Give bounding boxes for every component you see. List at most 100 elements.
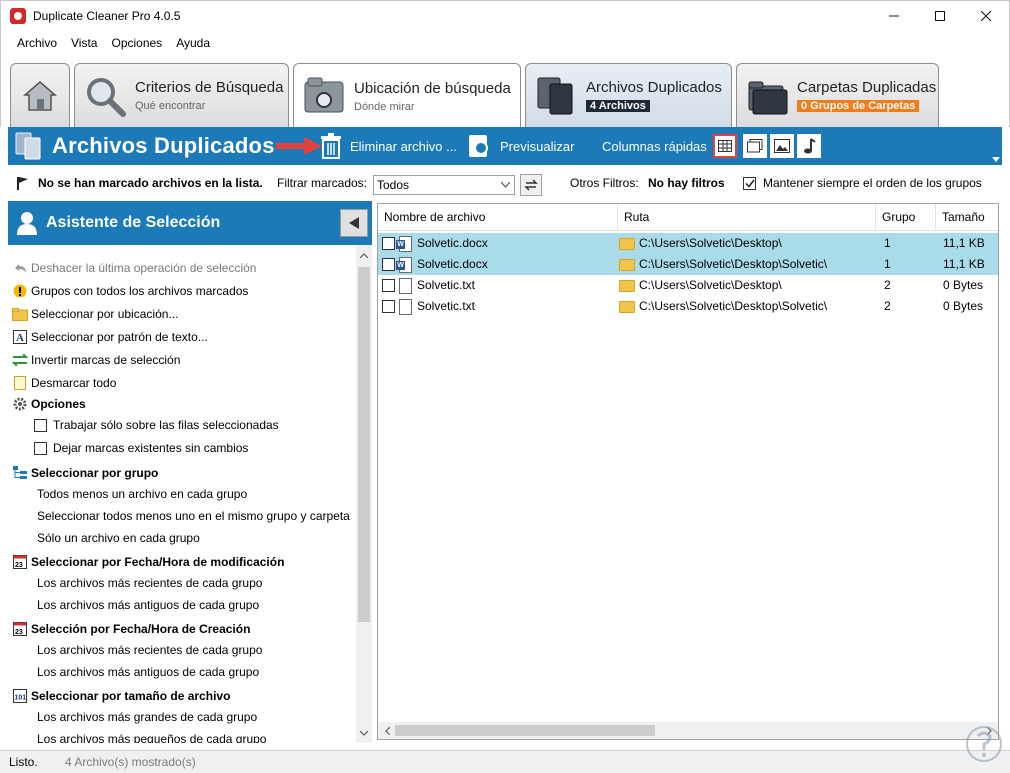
select-by-location-item[interactable]: Seleccionar por ubicación... xyxy=(8,304,178,324)
groups-all-marked-item[interactable]: Grupos con todos los archivos marcados xyxy=(8,281,248,301)
minimize-button[interactable] xyxy=(871,1,917,31)
tab-search-criteria[interactable]: Criterios de Búsqueda Qué encontrar xyxy=(74,63,289,127)
folder-icon xyxy=(12,306,28,322)
delete-file-button[interactable]: Eliminar archivo ... xyxy=(320,127,457,165)
quick-columns-default-button[interactable] xyxy=(713,134,737,158)
create-oldest-label: Los archivos más antiguos de cada grupo xyxy=(37,665,260,679)
create-newest-label: Los archivos más recientes de cada grupo xyxy=(37,643,263,657)
select-by-size-label: Seleccionar por tamaño de archivo xyxy=(31,689,231,703)
row-size: 0 Bytes xyxy=(943,299,984,313)
scroll-left-arrow[interactable] xyxy=(379,723,395,739)
filter-marked-select[interactable]: Todos xyxy=(373,175,515,195)
tab-home[interactable] xyxy=(10,63,70,127)
flag-icon xyxy=(17,177,28,190)
create-newest-item[interactable]: Los archivos más recientes de cada grupo xyxy=(37,640,262,660)
minimize-icon xyxy=(889,15,899,17)
folder-icon xyxy=(619,237,635,250)
keep-existing-marks-option[interactable]: Dejar marcas existentes sin cambios xyxy=(34,438,248,458)
options-label: Opciones xyxy=(31,397,86,411)
select-by-text-label: Seleccionar por patrón de texto... xyxy=(31,330,208,344)
all-but-one-same-folder-item[interactable]: Seleccionar todos menos uno en el mismo … xyxy=(37,506,350,526)
refresh-filter-button[interactable] xyxy=(520,174,542,196)
tab-search-criteria-title: Criterios de Búsqueda xyxy=(135,79,284,96)
home-icon xyxy=(23,80,57,111)
toolbar-overflow-icon[interactable] xyxy=(992,155,1000,163)
table-row[interactable]: Solvetic.docx C:\Users\Solvetic\Desktop\… xyxy=(378,254,998,275)
calendar-icon: 23 xyxy=(12,621,28,637)
row-checkbox[interactable] xyxy=(382,279,395,292)
close-button[interactable] xyxy=(963,1,1009,31)
svg-text:23: 23 xyxy=(15,562,23,569)
text-pattern-icon: A xyxy=(12,329,28,345)
size-icon: 101 xyxy=(12,688,28,704)
only-one-item[interactable]: Sólo un archivo en cada grupo xyxy=(37,528,200,548)
row-path: C:\Users\Solvetic\Desktop\Solvetic\ xyxy=(639,299,828,313)
row-checkbox[interactable] xyxy=(382,237,395,250)
select-by-text-item[interactable]: A Seleccionar por patrón de texto... xyxy=(8,327,208,347)
size-smallest-item[interactable]: Los archivos más pequeños de cada grupo xyxy=(37,729,266,743)
invert-marks-item[interactable]: Invertir marcas de selección xyxy=(8,350,180,370)
chevron-down-icon xyxy=(501,182,510,188)
folder-icon xyxy=(619,258,635,271)
tab-duplicate-folders-title: Carpetas Duplicadas xyxy=(797,79,937,96)
menu-opciones[interactable]: Opciones xyxy=(104,36,169,50)
size-largest-label: Los archivos más grandes de cada grupo xyxy=(37,710,258,724)
undo-selection-item[interactable]: Deshacer la última operación de selecció… xyxy=(8,258,256,278)
create-oldest-item[interactable]: Los archivos más antiguos de cada grupo xyxy=(37,662,259,682)
keep-existing-marks-checkbox[interactable] xyxy=(34,441,47,455)
duplicate-files-header-icon xyxy=(15,132,41,160)
tab-search-location[interactable]: Ubicación de búsqueda Dónde mirar xyxy=(293,63,521,128)
column-header-filename[interactable]: Nombre de archivo xyxy=(378,204,618,231)
column-header-size[interactable]: Tamaño xyxy=(936,204,998,231)
menu-archivo[interactable]: Archivo xyxy=(10,36,64,50)
only-selected-rows-checkbox[interactable] xyxy=(34,418,47,432)
word-document-icon xyxy=(396,256,412,273)
column-header-path[interactable]: Ruta xyxy=(618,204,876,231)
row-size: 11,1 KB xyxy=(943,257,985,271)
quick-columns-audio-button[interactable] xyxy=(797,134,821,158)
preview-button[interactable]: Previsualizar xyxy=(468,127,574,165)
invert-icon xyxy=(12,352,28,368)
quick-columns-window-button[interactable] xyxy=(743,134,767,158)
selection-assistant-panel: Asistente de Selección Deshacer la últim… xyxy=(8,201,372,743)
maximize-button[interactable] xyxy=(917,1,963,31)
row-checkbox[interactable] xyxy=(382,258,395,271)
chevron-up-icon xyxy=(360,252,368,258)
all-but-one-item[interactable]: Todos menos un archivo en cada grupo xyxy=(37,484,247,504)
table-scroll-thumb[interactable] xyxy=(395,725,655,736)
title-bar: Duplicate Cleaner Pro 4.0.5 xyxy=(0,0,1010,31)
only-selected-rows-option[interactable]: Trabajar sólo sobre las filas selecciona… xyxy=(34,415,279,435)
results-toolbar: Archivos Duplicados Eliminar archivo ...… xyxy=(8,127,1002,165)
assistant-scroll-thumb[interactable] xyxy=(358,267,370,622)
table-row[interactable]: Solvetic.txt C:\Users\Solvetic\Desktop\ … xyxy=(378,275,998,296)
column-header-group[interactable]: Grupo xyxy=(876,204,936,231)
tab-duplicate-files[interactable]: Archivos Duplicados 4 Archivos xyxy=(525,63,732,127)
row-size: 0 Bytes xyxy=(943,278,984,292)
collapse-panel-button[interactable] xyxy=(340,209,368,237)
menu-vista[interactable]: Vista xyxy=(64,36,104,50)
results-title: Archivos Duplicados xyxy=(52,133,275,158)
close-icon xyxy=(981,11,991,21)
table-row[interactable]: Solvetic.docx C:\Users\Solvetic\Desktop\… xyxy=(378,233,998,254)
quick-columns-image-button[interactable] xyxy=(770,134,794,158)
only-one-label: Sólo un archivo en cada grupo xyxy=(37,531,200,545)
unmark-all-item[interactable]: Desmarcar todo xyxy=(8,373,116,393)
row-filename: Solvetic.txt xyxy=(417,299,476,313)
keep-group-order-checkbox[interactable] xyxy=(743,177,756,190)
tab-duplicate-files-title: Archivos Duplicados xyxy=(586,79,722,96)
svg-text:101: 101 xyxy=(15,695,27,702)
scroll-up-arrow[interactable] xyxy=(356,247,372,263)
tab-duplicate-folders[interactable]: Carpetas Duplicadas 0 Grupos de Carpetas xyxy=(736,63,939,127)
all-but-one-label: Todos menos un archivo en cada grupo xyxy=(37,487,248,501)
mod-newest-item[interactable]: Los archivos más recientes de cada grupo xyxy=(37,573,262,593)
table-row[interactable]: Solvetic.txt C:\Users\Solvetic\Desktop\S… xyxy=(378,296,998,317)
menu-ayuda[interactable]: Ayuda xyxy=(169,36,217,50)
scroll-down-arrow[interactable] xyxy=(356,725,372,741)
table-horizontal-scrollbar[interactable] xyxy=(378,722,998,739)
tab-duplicate-files-badge: 4 Archivos xyxy=(586,100,650,112)
row-checkbox[interactable] xyxy=(382,300,395,313)
preview-icon xyxy=(469,135,488,157)
mod-oldest-item[interactable]: Los archivos más antiguos de cada grupo xyxy=(37,595,259,615)
size-largest-item[interactable]: Los archivos más grandes de cada grupo xyxy=(37,707,257,727)
assistant-scrollbar[interactable] xyxy=(356,245,372,743)
